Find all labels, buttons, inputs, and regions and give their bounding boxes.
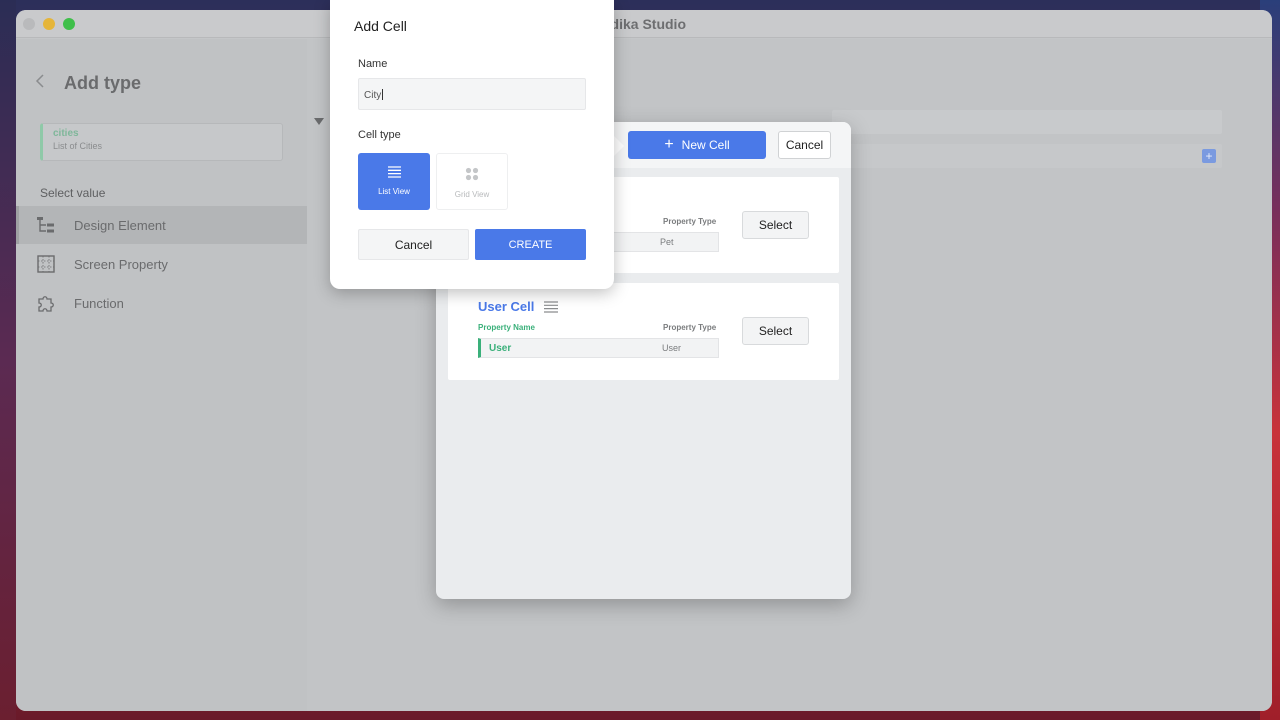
- cancel-button[interactable]: Cancel: [358, 229, 469, 260]
- grid-icon: [465, 167, 479, 181]
- select-button[interactable]: Select: [742, 317, 809, 345]
- name-input[interactable]: City: [358, 78, 586, 110]
- sidebar-item-design-element[interactable]: Design Element: [16, 206, 307, 244]
- plus-icon: +: [664, 136, 674, 153]
- cell-type-label: Cell type: [358, 129, 401, 141]
- cancel-button[interactable]: Cancel: [778, 131, 831, 159]
- tree-structure-icon: [36, 215, 56, 235]
- title-bar: odika Studio: [16, 10, 1272, 38]
- name-label: Name: [358, 58, 388, 70]
- type-name: cities: [53, 128, 79, 139]
- grid-view-option[interactable]: Grid View: [436, 153, 508, 210]
- cell-card: User Cell Property Name Property Type Us…: [448, 283, 839, 380]
- select-button[interactable]: Select: [742, 211, 809, 239]
- property-type-value: User: [662, 343, 682, 353]
- property-type-header: Property Type: [663, 217, 717, 226]
- page-title: Add type: [64, 73, 142, 93]
- desktop-wallpaper-left: [0, 0, 16, 720]
- background-field: [832, 110, 1222, 134]
- type-description: List of Cities: [53, 141, 103, 151]
- puzzle-icon: [36, 293, 56, 313]
- list-view-label: List View: [378, 187, 410, 196]
- property-name-header: Property Name: [478, 323, 535, 332]
- new-cell-button[interactable]: + New Cell: [628, 131, 766, 159]
- list-icon: [544, 301, 558, 313]
- grid-view-label: Grid View: [454, 190, 490, 199]
- property-type-header: Property Type: [663, 323, 717, 332]
- property-type-value: Pet: [660, 237, 674, 247]
- section-label: Select value: [40, 186, 106, 200]
- sidebar-item-label: Screen Property: [74, 256, 168, 272]
- sidebar-item-label: Design Element: [74, 217, 166, 233]
- property-name-value: User: [489, 343, 512, 354]
- add-icon[interactable]: +: [1202, 149, 1216, 163]
- list-view-option[interactable]: List View: [358, 153, 430, 210]
- background-field: [832, 144, 1222, 168]
- add-cell-popover: Add Cell Name City Cell type List View G…: [330, 0, 614, 289]
- popover-title: Add Cell: [354, 18, 407, 34]
- type-card[interactable]: cities List of Cities: [40, 123, 283, 161]
- cell-name: User Cell: [478, 299, 535, 314]
- sidebar-item-label: Function: [74, 295, 124, 311]
- disclosure-triangle-icon[interactable]: [314, 118, 324, 125]
- name-input-value: City: [364, 90, 382, 101]
- property-row: User User: [478, 338, 719, 358]
- sidebar: Add type cities List of Cities Select va…: [16, 39, 307, 711]
- new-cell-label: New Cell: [681, 138, 730, 152]
- back-chevron-icon[interactable]: [34, 73, 46, 89]
- text-caret: [382, 89, 384, 100]
- sidebar-item-screen-property[interactable]: Screen Property: [16, 245, 307, 283]
- sidebar-item-function[interactable]: Function: [16, 284, 307, 322]
- create-button[interactable]: CREATE: [475, 229, 586, 260]
- grid-box-icon: [36, 254, 56, 274]
- app-title: odika Studio: [602, 16, 686, 32]
- list-icon: [387, 166, 401, 178]
